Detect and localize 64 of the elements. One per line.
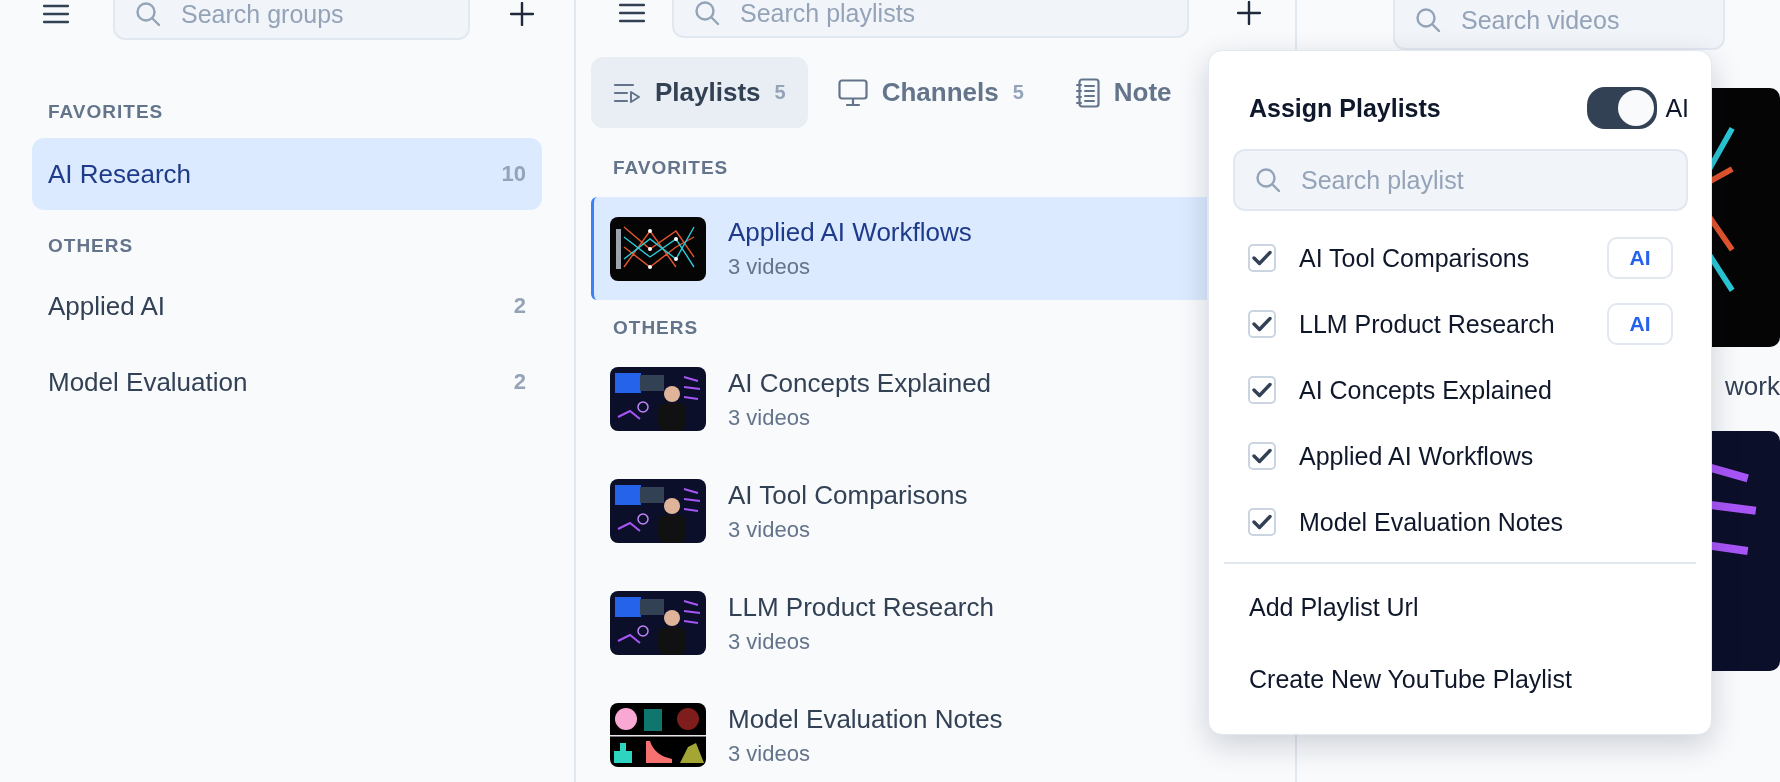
toggle-label: AI [1665, 93, 1689, 123]
menu-icon[interactable] [43, 4, 69, 24]
playlist-item[interactable]: LLM Product Research 3 videos [591, 567, 1207, 679]
checkbox[interactable] [1248, 442, 1276, 470]
plus-icon[interactable] [510, 2, 534, 26]
search-icon [135, 1, 161, 27]
group-item[interactable]: AI Research 10 [32, 138, 542, 210]
playlist-title: LLM Product Research [728, 591, 994, 623]
video-count: 3 videos [728, 254, 811, 280]
tab[interactable]: Note [1053, 57, 1194, 128]
group-name: Model Evaluation [48, 366, 248, 398]
search-field[interactable]: Search playlist [1233, 149, 1688, 211]
notebook-icon [1075, 77, 1100, 108]
video-count: 3 videos [728, 404, 811, 431]
playlist-name: LLM Product Research [1299, 309, 1556, 339]
playlist-title: AI Tool Comparisons [728, 479, 968, 511]
checkbox[interactable] [1248, 376, 1276, 404]
checkbox[interactable] [1248, 310, 1276, 338]
video-count: 3 videos [728, 516, 811, 543]
checkbox[interactable] [1248, 508, 1276, 536]
playlist-title: Model Evaluation Notes [728, 703, 1003, 735]
playlist-icon [613, 81, 641, 104]
playlist-name: Applied AI Workflows [1299, 441, 1535, 471]
playlist-item[interactable]: AI Tool Comparisons 3 videos [591, 455, 1207, 567]
search-icon [1415, 7, 1441, 33]
menu-icon[interactable] [619, 3, 645, 23]
section-heading: FAVORITES [613, 156, 729, 180]
tab[interactable]: Playlists 5 [591, 57, 808, 128]
search-field[interactable]: Search playlists [672, 0, 1189, 38]
section-heading: FAVORITES [48, 100, 164, 124]
group-name: Applied AI [48, 290, 166, 322]
section-heading: OTHERS [48, 234, 134, 258]
monitor-icon [837, 78, 868, 107]
ai-badge: AI [1607, 237, 1673, 279]
video-count: 3 videos [728, 628, 811, 655]
menu-item[interactable]: Add Playlist Url [1209, 571, 1711, 643]
search-icon [694, 0, 720, 26]
video-title: work [1725, 371, 1780, 401]
playlist-item[interactable]: Applied AI Workflows 3 videos [591, 197, 1207, 300]
section-heading: OTHERS [613, 316, 699, 340]
video-count: 3 videos [728, 740, 811, 767]
playlist-title: AI Concepts Explained [728, 367, 992, 399]
count: 2 [513, 369, 526, 395]
checkbox[interactable] [1248, 244, 1276, 272]
search-icon [1255, 167, 1281, 193]
group-name: AI Research [48, 158, 192, 190]
playlist-name: Model Evaluation Notes [1299, 507, 1565, 537]
playlist-item[interactable]: Model Evaluation Notes 3 videos [591, 679, 1207, 782]
tab[interactable]: Channels 5 [815, 57, 1046, 128]
menu-item[interactable]: Create New YouTube Playlist [1209, 643, 1711, 715]
playlist-name: AI Concepts Explained [1299, 375, 1553, 405]
toggle-switch[interactable] [1587, 87, 1658, 129]
count: 10 [501, 161, 526, 187]
playlist-title: Applied AI Workflows [728, 217, 972, 248]
playlist-name: AI Tool Comparisons [1299, 243, 1531, 273]
count: 2 [513, 293, 526, 319]
ai-badge: AI [1607, 303, 1673, 345]
group-item[interactable]: Applied AI 2 [32, 268, 542, 344]
group-item[interactable]: Model Evaluation 2 [32, 344, 542, 420]
search-field[interactable]: Search groups [113, 0, 470, 40]
search-field[interactable]: Search videos [1393, 0, 1725, 50]
plus-icon[interactable] [1237, 1, 1261, 25]
playlist-item[interactable]: AI Concepts Explained 3 videos [591, 343, 1207, 455]
popup-title: Assign Playlists [1249, 93, 1442, 123]
